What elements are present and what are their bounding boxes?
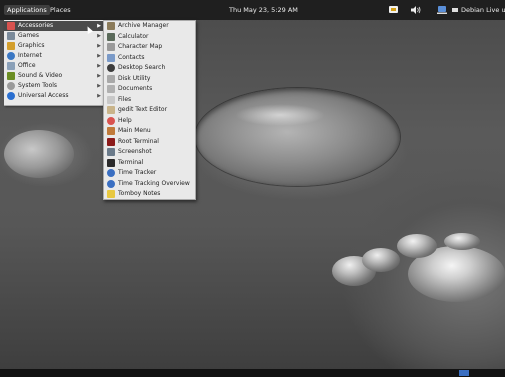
category-label: Graphics <box>18 42 45 49</box>
water-drop-large <box>195 88 400 186</box>
internet-icon <box>7 52 15 60</box>
category-universal-access[interactable]: Universal Access ▶ <box>4 91 104 101</box>
category-internet[interactable]: Internet ▶ <box>4 51 104 61</box>
top-panel: Applications Places Thu May 23, 5:29 AM … <box>0 0 505 20</box>
app-desktop-search[interactable]: Desktop Search <box>104 63 195 73</box>
app-label: Archive Manager <box>118 22 169 29</box>
app-label: Main Menu <box>118 127 151 134</box>
workspace-indicator[interactable] <box>459 370 469 376</box>
app-label: gedit Text Editor <box>118 106 168 113</box>
files-icon <box>107 95 115 104</box>
app-calculator[interactable]: Calculator <box>104 32 195 42</box>
character-map-icon <box>107 43 115 51</box>
universal-access-icon <box>7 92 15 100</box>
category-label: Accessories <box>18 22 54 29</box>
category-system-tools[interactable]: System Tools ▶ <box>4 81 104 91</box>
accessories-submenu: Archive Manager Calculator Character Map… <box>103 20 196 200</box>
submenu-arrow-icon: ▶ <box>97 43 101 49</box>
app-label: Disk Utility <box>118 74 151 82</box>
contacts-icon <box>107 53 115 62</box>
category-label: Sound & Video <box>18 72 63 79</box>
archive-manager-icon <box>107 22 115 30</box>
app-label: Help <box>118 116 132 124</box>
app-label: Desktop Search <box>118 64 166 71</box>
category-label: Internet <box>18 52 42 59</box>
main-menu-icon <box>107 127 115 135</box>
category-label: Games <box>18 32 39 39</box>
terminal-icon <box>107 158 115 167</box>
chat-status-icon <box>452 8 458 12</box>
user-name: Debian Live use <box>461 6 505 14</box>
water-drop-small <box>397 234 437 258</box>
app-disk-utility[interactable]: Disk Utility <box>104 74 195 84</box>
app-time-tracker[interactable]: Time Tracker <box>104 168 195 178</box>
accessibility-icon[interactable] <box>436 5 448 15</box>
app-screenshot[interactable]: Screenshot <box>104 147 195 157</box>
app-time-tracking-overview[interactable]: Time Tracking Overview <box>104 179 195 189</box>
app-contacts[interactable]: Contacts <box>104 53 195 63</box>
submenu-arrow-icon: ▶ <box>97 23 101 29</box>
app-label: Calculator <box>118 32 149 40</box>
time-tracking-overview-icon <box>107 179 115 188</box>
app-label: Documents <box>118 85 153 92</box>
office-icon <box>7 62 15 70</box>
app-label: Time Tracker <box>118 169 157 176</box>
app-label: Tomboy Notes <box>118 190 161 197</box>
water-drop-small <box>362 248 400 272</box>
category-graphics[interactable]: Graphics ▶ <box>4 41 104 51</box>
desktop-search-icon <box>107 64 115 72</box>
submenu-arrow-icon: ▶ <box>97 63 101 69</box>
time-tracker-icon <box>107 169 115 177</box>
app-tomboy-notes[interactable]: Tomboy Notes <box>104 189 195 199</box>
gedit-icon <box>107 106 115 114</box>
screenshot-icon <box>107 148 115 156</box>
app-terminal[interactable]: Terminal <box>104 158 195 168</box>
category-label: Universal Access <box>18 92 69 99</box>
root-terminal-icon <box>107 137 115 146</box>
app-label: Contacts <box>118 53 145 61</box>
clock[interactable]: Thu May 23, 5:29 AM <box>229 0 298 20</box>
submenu-arrow-icon: ▶ <box>97 93 101 99</box>
app-label: Terminal <box>118 158 144 166</box>
user-menu[interactable]: Debian Live use <box>452 0 505 20</box>
app-character-map[interactable]: Character Map <box>104 42 195 52</box>
tomboy-notes-icon <box>107 190 115 198</box>
app-gedit-text-editor[interactable]: gedit Text Editor <box>104 105 195 115</box>
app-label: Root Terminal <box>118 137 159 145</box>
help-icon <box>107 116 115 125</box>
app-root-terminal[interactable]: Root Terminal <box>104 137 195 147</box>
graphics-icon <box>7 42 15 50</box>
app-archive-manager[interactable]: Archive Manager <box>104 21 195 31</box>
submenu-arrow-icon: ▶ <box>97 83 101 89</box>
app-label: Files <box>118 95 132 103</box>
water-drop-small <box>444 233 480 250</box>
water-drop-left <box>4 130 74 178</box>
applications-menu-button[interactable]: Applications <box>4 5 50 15</box>
submenu-arrow-icon: ▶ <box>97 73 101 79</box>
accessories-icon <box>7 22 15 30</box>
submenu-arrow-icon: ▶ <box>97 53 101 59</box>
bottom-panel <box>0 369 505 377</box>
app-main-menu[interactable]: Main Menu <box>104 126 195 136</box>
app-documents[interactable]: Documents <box>104 84 195 94</box>
submenu-arrow-icon: ▶ <box>97 33 101 39</box>
category-label: System Tools <box>18 82 58 89</box>
sound-video-icon <box>7 72 15 80</box>
category-office[interactable]: Office ▶ <box>4 61 104 71</box>
places-menu-button[interactable]: Places <box>50 0 71 20</box>
app-label: Time Tracking Overview <box>118 179 190 187</box>
system-tools-icon <box>7 82 15 90</box>
app-label: Screenshot <box>118 148 152 155</box>
calculator-icon <box>107 32 115 41</box>
app-help[interactable]: Help <box>104 116 195 126</box>
network-icon[interactable] <box>388 5 400 15</box>
category-label: Office <box>18 62 36 69</box>
disk-utility-icon <box>107 74 115 83</box>
category-sound-video[interactable]: Sound & Video ▶ <box>4 71 104 81</box>
app-label: Character Map <box>118 43 163 50</box>
documents-icon <box>107 85 115 93</box>
volume-icon[interactable] <box>410 5 422 15</box>
games-icon <box>7 32 15 40</box>
app-files[interactable]: Files <box>104 95 195 105</box>
